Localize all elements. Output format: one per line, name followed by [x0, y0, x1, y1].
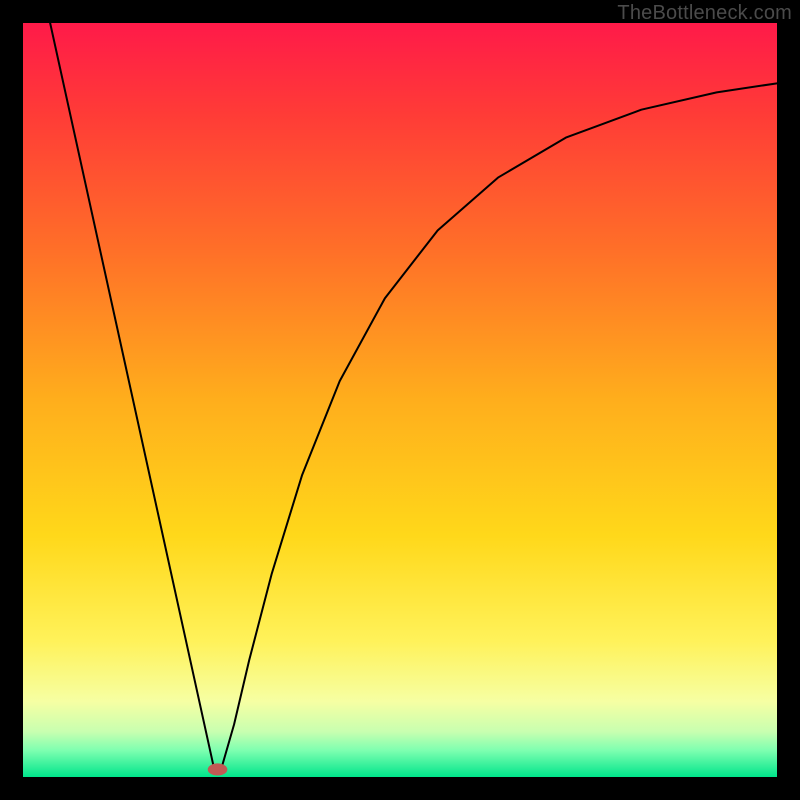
gradient-background: [23, 23, 777, 777]
watermark-text: TheBottleneck.com: [617, 2, 792, 25]
bottleneck-chart: [23, 23, 777, 777]
optimal-point-marker: [208, 763, 228, 775]
chart-frame: [23, 23, 777, 777]
